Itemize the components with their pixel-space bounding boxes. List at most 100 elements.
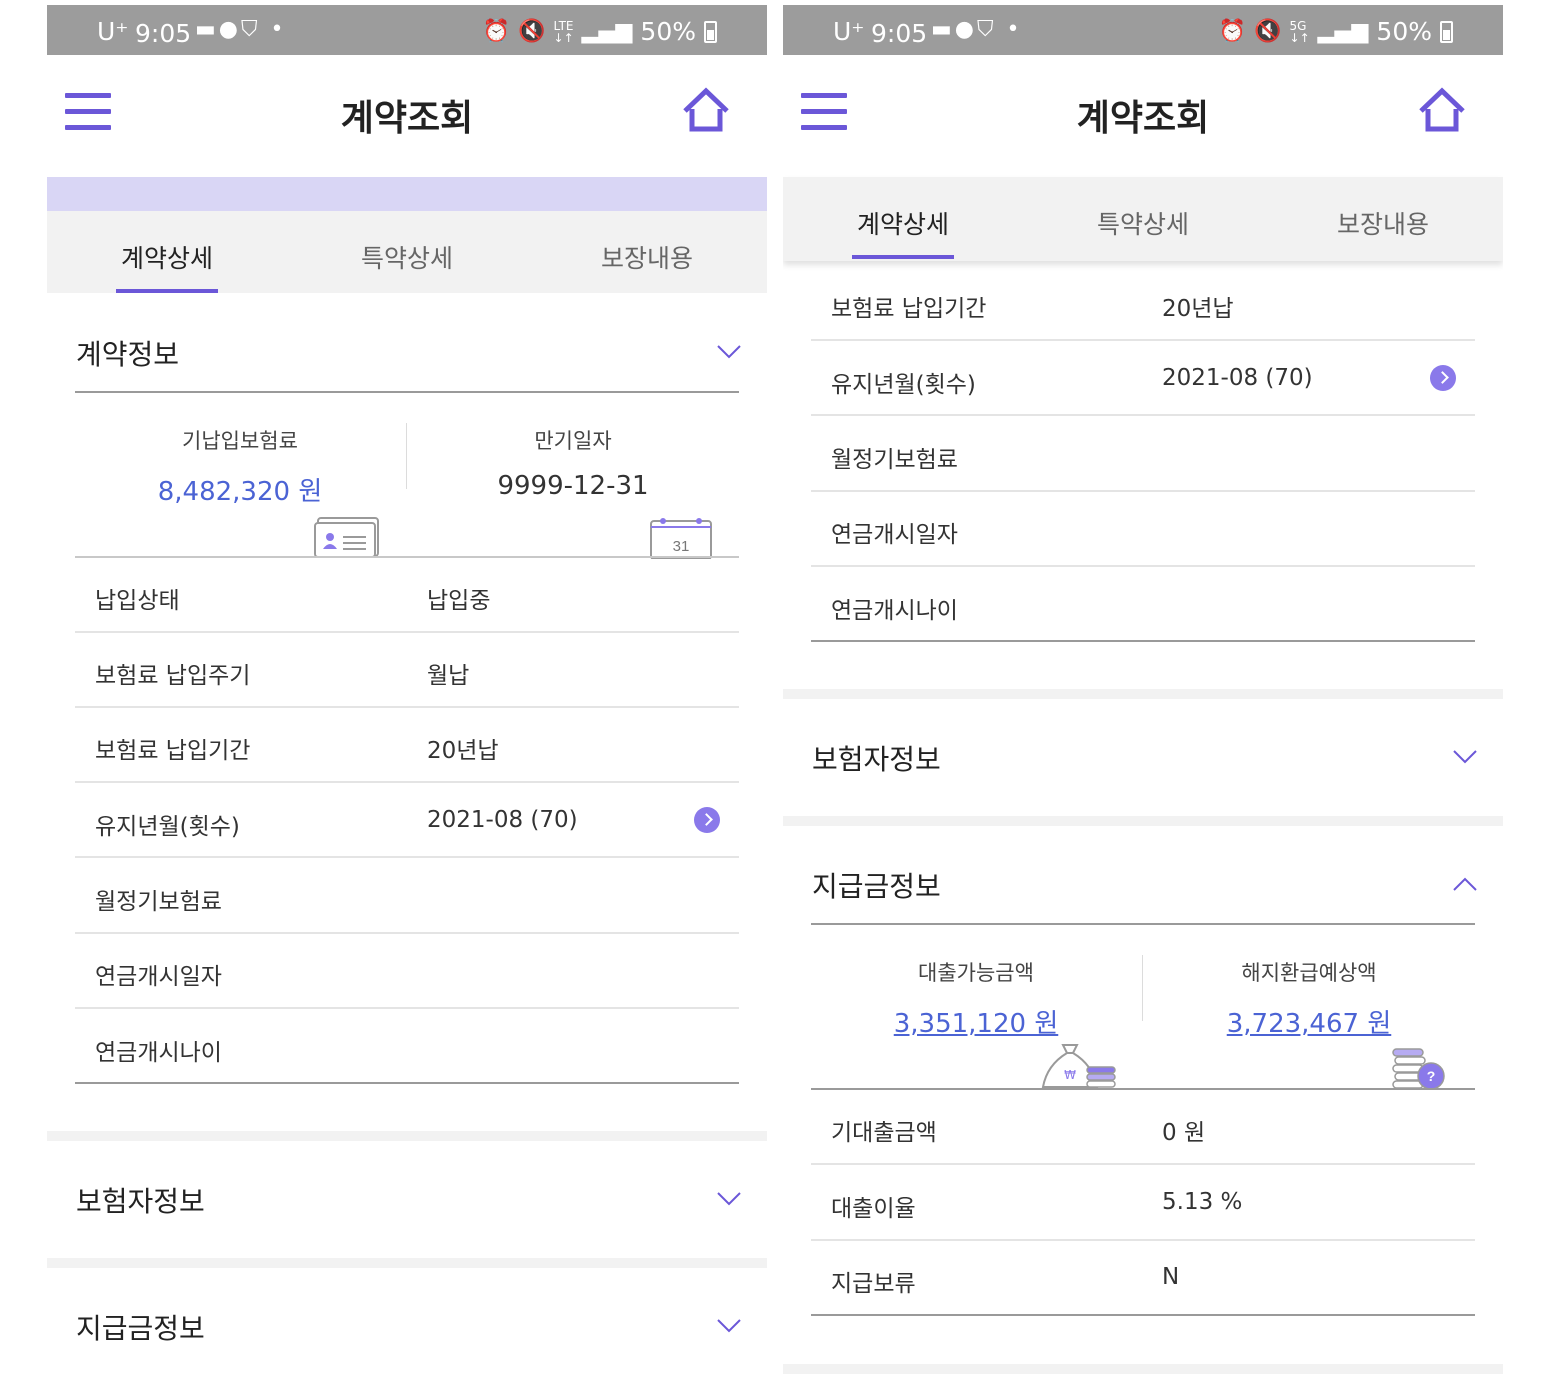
refund-link[interactable]: 3,723,467 원: [1143, 1003, 1475, 1040]
row-value-payment-period: 20년납: [1162, 296, 1234, 322]
maintenance-detail-button[interactable]: [1430, 365, 1456, 391]
alarm-icon: ⏰: [482, 19, 511, 44]
row-label-annuity-start-date: 연금개시일자: [95, 964, 222, 990]
app-header: 계약조회: [47, 55, 767, 177]
divider: [811, 923, 1475, 925]
chevron-down-icon: [1453, 750, 1477, 764]
maturity-value: 9999-12-31: [497, 471, 649, 501]
row-divider: [75, 781, 739, 783]
home-icon[interactable]: [1417, 87, 1467, 135]
maintenance-detail-button[interactable]: [694, 807, 720, 833]
section-insured-info[interactable]: 보험자정보: [812, 738, 1477, 778]
maturity-summary: 만기일자 9999-12-31: [407, 425, 739, 501]
maturity-label: 만기일자: [534, 429, 612, 453]
row-divider: [75, 1007, 739, 1009]
row-value-existing-loan: 0 원: [1162, 1120, 1206, 1146]
lte-icon: LTE ↓↑: [553, 18, 574, 45]
divider: [75, 556, 739, 558]
status-time: 9:05: [871, 19, 928, 48]
chevron-down-icon: [717, 345, 741, 359]
loan-available-label: 대출가능금액: [918, 961, 1034, 985]
section-gap: [783, 689, 1503, 699]
id-card-icon: [314, 517, 379, 557]
app-header: 계약조회: [783, 55, 1503, 177]
shield-icon: ⛉: [241, 17, 261, 42]
section-payment-info[interactable]: 지급금정보: [76, 1307, 741, 1347]
page-title: 계약조회: [340, 98, 474, 139]
home-icon[interactable]: [681, 87, 731, 135]
tab-bar: 계약상세 특약상세 보장내용: [783, 177, 1503, 261]
divider: [811, 1314, 1475, 1316]
won-symbol: ₩: [1064, 1068, 1076, 1082]
battery-percent: 50%: [1376, 17, 1432, 46]
carrier-label: U⁺: [833, 17, 865, 46]
row-label-monthly-premium: 월정기보험료: [95, 889, 222, 915]
status-bar: U⁺ 9:05 ▬●⛉ • ⏰ 🔇 5G ↓↑ ▂▄▆ 50%: [783, 5, 1503, 55]
row-label-maintenance: 유지년월(횟수): [831, 372, 976, 398]
row-label-annuity-start-age: 연금개시나이: [95, 1040, 222, 1066]
chevron-down-icon: [717, 1319, 741, 1333]
tab-bar: 계약상세 특약상세 보장내용: [47, 211, 767, 293]
paid-premium-value: 8,482,320 원: [157, 477, 323, 507]
battery-icon: [704, 20, 717, 43]
section-title: 보험자정보: [812, 743, 941, 776]
row-divider: [811, 1163, 1475, 1165]
row-label-loan-rate: 대출이율: [831, 1196, 916, 1222]
row-value-maintenance: 2021-08 (70): [1162, 365, 1313, 391]
row-value-payment-hold: N: [1162, 1264, 1180, 1290]
chat-icon: ▬: [195, 17, 219, 42]
row-divider: [811, 339, 1475, 341]
chevron-down-icon: [717, 1192, 741, 1206]
row-label-payment-period: 보험료 납입기간: [95, 738, 251, 764]
loan-available-link[interactable]: 3,351,120 원: [810, 1003, 1142, 1040]
tab-coverage[interactable]: 보장내용: [527, 239, 767, 275]
refund-summary: 해지환급예상액 3,723,467 원: [1143, 957, 1475, 1040]
chat-icon: ▬: [931, 17, 955, 42]
coin-stack-question-icon: ?: [1392, 1048, 1445, 1090]
divider: [811, 640, 1475, 642]
carrier-label: U⁺: [97, 17, 129, 46]
question-mark: ?: [1427, 1068, 1436, 1084]
battery-icon: [1440, 20, 1453, 43]
section-contract-info[interactable]: 계약정보: [76, 333, 741, 373]
mute-icon: 🔇: [1254, 19, 1282, 44]
row-divider: [75, 932, 739, 934]
chevron-up-icon: [1453, 877, 1477, 891]
tab-coverage[interactable]: 보장내용: [1263, 205, 1503, 241]
section-insured-info[interactable]: 보험자정보: [76, 1180, 741, 1220]
row-label-payment-hold: 지급보류: [831, 1271, 916, 1297]
right-phone-screen: U⁺ 9:05 ▬●⛉ • ⏰ 🔇 5G ↓↑ ▂▄▆ 50% 계약조회 계약상세…: [783, 5, 1503, 1376]
divider: [75, 391, 739, 393]
tab-rider-detail[interactable]: 특약상세: [1023, 205, 1263, 241]
bubble-icon: ●: [954, 17, 977, 42]
divider: [811, 1088, 1475, 1090]
tab-header-strip: [47, 177, 767, 211]
calendar-icon: 31: [650, 518, 712, 559]
section-payment-info[interactable]: 지급금정보: [812, 865, 1477, 905]
tab-rider-detail[interactable]: 특약상세: [287, 239, 527, 275]
section-gap: [783, 816, 1503, 826]
row-label-annuity-start-date: 연금개시일자: [831, 522, 958, 548]
money-bag-icon: ₩: [1041, 1044, 1116, 1088]
refund-label: 해지환급예상액: [1241, 961, 1377, 985]
row-divider: [811, 414, 1475, 416]
divider: [75, 1082, 739, 1084]
paid-premium-label: 기납입보험료: [182, 429, 298, 453]
alarm-icon: ⏰: [1218, 19, 1247, 44]
row-value-maintenance: 2021-08 (70): [427, 807, 578, 833]
row-value-payment-cycle: 월납: [427, 663, 470, 689]
section-title: 지급금정보: [812, 870, 941, 903]
tab-contract-detail[interactable]: 계약상세: [783, 205, 1023, 241]
calendar-day: 31: [673, 538, 690, 555]
notification-icons: ▬●⛉ •: [931, 17, 1023, 42]
row-value-payment-period: 20년납: [427, 738, 499, 764]
tab-contract-detail[interactable]: 계약상세: [47, 239, 287, 275]
row-divider: [75, 856, 739, 858]
signal-icon: ▂▄▆: [1317, 19, 1369, 44]
battery-percent: 50%: [640, 17, 696, 46]
section-gap: [783, 1364, 1503, 1374]
system-icons: ⏰ 🔇 5G ↓↑ ▂▄▆ 50%: [1219, 17, 1453, 46]
notification-icons: ▬●⛉ •: [195, 17, 287, 42]
status-time: 9:05: [135, 19, 192, 48]
section-gap: [47, 1258, 767, 1268]
